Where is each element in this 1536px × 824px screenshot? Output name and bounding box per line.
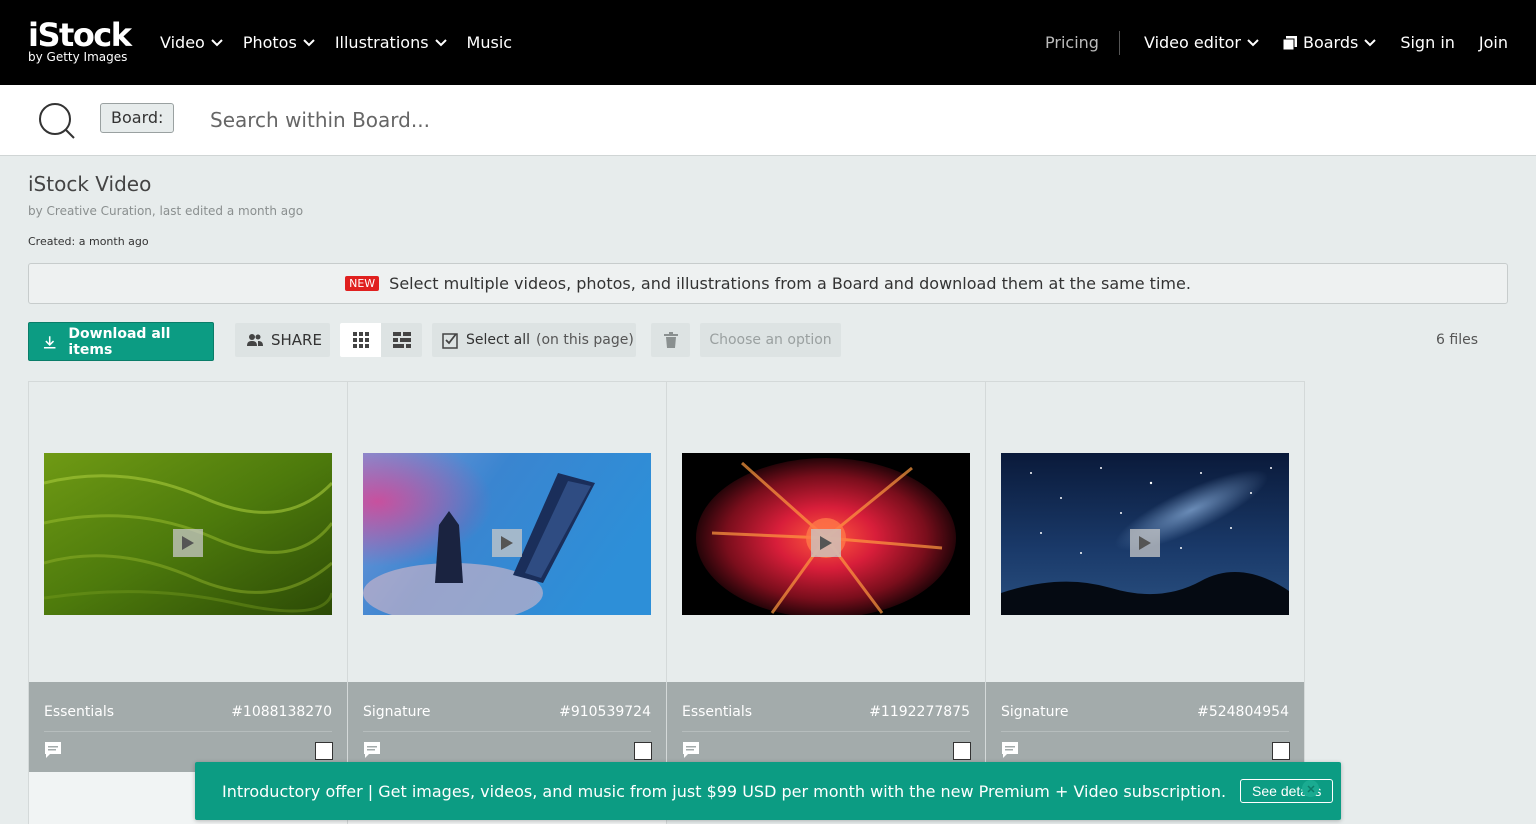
select-all-button[interactable]: Select all (on this page) xyxy=(432,323,636,357)
board-search-bar: Board: xyxy=(0,85,1536,156)
chevron-down-icon xyxy=(303,38,315,46)
nav-music[interactable]: Music xyxy=(467,33,513,52)
select-all-suffix: (on this page) xyxy=(536,332,634,348)
board-scope-chip[interactable]: Board: xyxy=(100,103,175,133)
asset-id: #910539724 xyxy=(559,704,651,720)
asset-card[interactable]: Signature #524804954 xyxy=(985,381,1305,772)
card-footer: Signature #524804954 xyxy=(986,682,1304,772)
divider xyxy=(1001,731,1289,732)
delete-button[interactable] xyxy=(651,323,690,357)
logo-tagline: by Getty Images xyxy=(28,50,128,64)
play-icon xyxy=(811,529,841,557)
comment-icon[interactable] xyxy=(1001,741,1019,759)
nav-video[interactable]: Video xyxy=(160,33,223,52)
files-count: 6 files xyxy=(1436,332,1478,348)
board-created: Created: a month ago xyxy=(28,235,149,248)
istock-logo[interactable]: iStock by Getty Images xyxy=(28,16,132,64)
asset-id: #1192277875 xyxy=(869,704,970,720)
trash-icon xyxy=(663,332,678,348)
download-all-button[interactable]: Download all items xyxy=(28,322,214,361)
comment-icon[interactable] xyxy=(44,741,62,759)
collection-label: Signature xyxy=(1001,704,1069,720)
primary-nav: Video Photos Illustrations Music xyxy=(160,0,512,85)
chevron-down-icon xyxy=(434,38,447,46)
divider xyxy=(44,731,332,732)
search-input[interactable] xyxy=(200,103,1500,137)
nav-illustrations[interactable]: Illustrations xyxy=(335,33,447,52)
grid-icon xyxy=(352,332,369,348)
share-button[interactable]: SHARE xyxy=(235,323,330,357)
secondary-nav: Pricing Video editor Boards Sign in Join xyxy=(1045,0,1508,85)
video-thumbnail[interactable] xyxy=(1001,453,1289,615)
top-navigation-bar: iStock by Getty Images Video Photos Illu… xyxy=(0,0,1536,85)
nav-boards[interactable]: Boards xyxy=(1282,33,1377,52)
people-icon xyxy=(247,334,263,346)
video-thumbnail[interactable] xyxy=(44,453,332,615)
collection-label: Signature xyxy=(363,704,431,720)
nav-boards-label: Boards xyxy=(1302,33,1359,52)
share-label: SHARE xyxy=(271,331,322,349)
collection-label: Essentials xyxy=(682,704,753,720)
asset-card[interactable]: Essentials #1088138270 xyxy=(28,381,348,772)
asset-id: #524804954 xyxy=(1197,704,1289,720)
promo-text: Introductory offer | Get images, videos,… xyxy=(222,781,1227,801)
board-toolbar: Download all items SHARE Select all (on … xyxy=(28,322,1508,361)
search-icon[interactable] xyxy=(38,102,76,140)
notice-text: Select multiple videos, photos, and illu… xyxy=(389,274,1191,293)
nav-video-editor[interactable]: Video editor xyxy=(1144,33,1259,52)
nav-video-editor-label: Video editor xyxy=(1143,33,1241,52)
checkbox-checked-icon xyxy=(442,333,458,349)
nav-photos-label: Photos xyxy=(242,33,297,52)
nav-sign-in[interactable]: Sign in xyxy=(1400,33,1455,52)
asset-id: #1088138270 xyxy=(231,704,332,720)
grid-view-toggle[interactable] xyxy=(340,323,381,357)
download-all-label: Download all items xyxy=(68,325,171,358)
select-checkbox[interactable] xyxy=(953,742,971,760)
board-title: iStock Video xyxy=(28,172,152,196)
board-meta: by Creative Curation, last edited a mont… xyxy=(28,204,304,218)
card-footer: Essentials #1192277875 xyxy=(667,682,985,772)
divider xyxy=(682,731,970,732)
close-icon[interactable] xyxy=(1302,780,1319,797)
chevron-down-icon xyxy=(1364,38,1377,46)
divider xyxy=(363,731,651,732)
promo-banner: Introductory offer | Get images, videos,… xyxy=(195,762,1341,820)
play-icon xyxy=(1130,529,1160,557)
action-select[interactable]: Choose an option xyxy=(700,323,841,357)
nav-join[interactable]: Join xyxy=(1479,33,1508,52)
mosaic-view-toggle[interactable] xyxy=(381,323,422,357)
nav-pricing[interactable]: Pricing xyxy=(1045,30,1120,55)
nav-photos[interactable]: Photos xyxy=(243,33,315,52)
chevron-down-icon xyxy=(1247,38,1259,46)
select-checkbox[interactable] xyxy=(1272,742,1290,760)
card-footer: Essentials #1088138270 xyxy=(29,682,347,772)
video-thumbnail[interactable] xyxy=(682,453,970,615)
select-checkbox[interactable] xyxy=(315,742,333,760)
select-all-label: Select all xyxy=(466,332,530,348)
feature-notice: NEW Select multiple videos, photos, and … xyxy=(28,263,1508,304)
logo-wordmark: iStock xyxy=(28,16,132,54)
nav-video-label: Video xyxy=(160,33,205,52)
collection-label: Essentials xyxy=(44,704,115,720)
download-icon xyxy=(43,335,56,349)
asset-card[interactable]: Signature #910539724 xyxy=(347,381,667,772)
boards-icon xyxy=(1282,35,1297,50)
card-footer: Signature #910539724 xyxy=(348,682,666,772)
chevron-down-icon xyxy=(211,38,223,46)
nav-music-label: Music xyxy=(466,33,513,52)
select-checkbox[interactable] xyxy=(634,742,652,760)
comment-icon[interactable] xyxy=(363,741,381,759)
see-details-button[interactable]: See details xyxy=(1240,779,1334,803)
play-icon xyxy=(492,529,522,557)
nav-illustrations-label: Illustrations xyxy=(334,33,429,52)
play-icon xyxy=(173,529,203,557)
comment-icon[interactable] xyxy=(682,741,700,759)
new-badge: NEW xyxy=(345,276,380,291)
video-thumbnail[interactable] xyxy=(363,453,651,615)
asset-card[interactable]: Essentials #1192277875 xyxy=(666,381,986,772)
mosaic-icon xyxy=(392,332,411,348)
